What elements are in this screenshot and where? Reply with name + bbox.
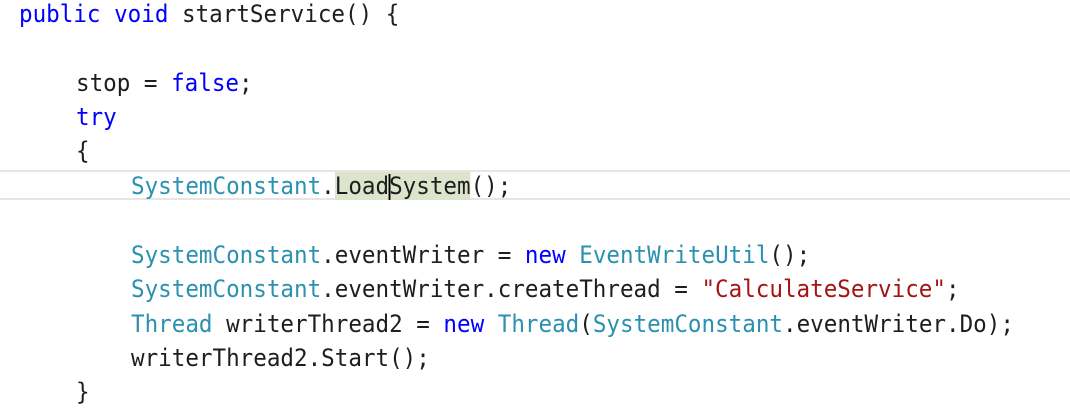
- code-line-8[interactable]: Thread writerThread2 = new Thread(System…: [131, 307, 1014, 341]
- class-eventwriteutil: EventWriteUtil: [579, 241, 770, 269]
- method-name: startService: [182, 0, 345, 28]
- class-thread: Thread: [131, 310, 213, 338]
- assign-operator: =: [143, 69, 158, 97]
- start-call: writerThread2.Start();: [131, 344, 430, 372]
- keyword-new: new: [443, 310, 485, 338]
- code-line-2[interactable]: stop = false;: [76, 66, 253, 100]
- class-systemconstant: SystemConstant: [131, 241, 322, 269]
- code-line-4[interactable]: {: [76, 134, 90, 168]
- eventwriter-do-arg: .eventWriter.Do);: [783, 310, 1014, 338]
- writerthread2-declaration: writerThread2 =: [226, 310, 430, 338]
- try-open-brace: {: [76, 137, 90, 165]
- keyword-public: public: [19, 0, 101, 28]
- code-line-1[interactable]: public void startService() {: [19, 0, 399, 31]
- method-loadsystem-part2: System: [389, 172, 471, 200]
- class-systemconstant: SystemConstant: [131, 172, 322, 200]
- class-thread-constructor: Thread: [497, 310, 580, 338]
- try-close-brace: }: [76, 378, 90, 406]
- constructor-parens: ();: [769, 241, 811, 269]
- keyword-void: void: [114, 0, 169, 28]
- code-line-3[interactable]: try: [76, 100, 117, 134]
- code-line-5[interactable]: SystemConstant.LoadSystem();: [131, 169, 511, 203]
- keyword-new: new: [524, 241, 566, 269]
- semicolon: ;: [945, 275, 960, 303]
- open-paren: (: [579, 310, 593, 338]
- code-editor[interactable]: public void startService() { stop = fals…: [0, 0, 1070, 414]
- member-dot: .: [321, 172, 335, 200]
- code-line-7[interactable]: SystemConstant.eventWriter.createThread …: [131, 272, 960, 306]
- class-systemconstant: SystemConstant: [592, 310, 784, 338]
- keyword-try: try: [76, 103, 117, 131]
- code-line-10[interactable]: }: [76, 375, 90, 409]
- method-loadsystem: LoadSystem: [334, 172, 471, 200]
- method-loadsystem-part1: Load: [334, 172, 390, 200]
- semicolon: ;: [239, 69, 253, 97]
- code-line-9[interactable]: writerThread2.Start();: [131, 341, 430, 375]
- variable-stop: stop: [76, 69, 131, 97]
- class-systemconstant: SystemConstant: [131, 275, 322, 303]
- keyword-false: false: [171, 69, 240, 97]
- open-brace: {: [385, 0, 400, 28]
- call-parens: ();: [470, 172, 512, 200]
- eventwriter-assign: .eventWriter =: [321, 241, 512, 269]
- code-line-6[interactable]: SystemConstant.eventWriter = new EventWr…: [131, 238, 810, 272]
- method-parens: (): [344, 0, 373, 28]
- createthread-assign: .eventWriter.createThread =: [321, 275, 688, 303]
- string-calculateservice: "CalculateService": [701, 275, 946, 303]
